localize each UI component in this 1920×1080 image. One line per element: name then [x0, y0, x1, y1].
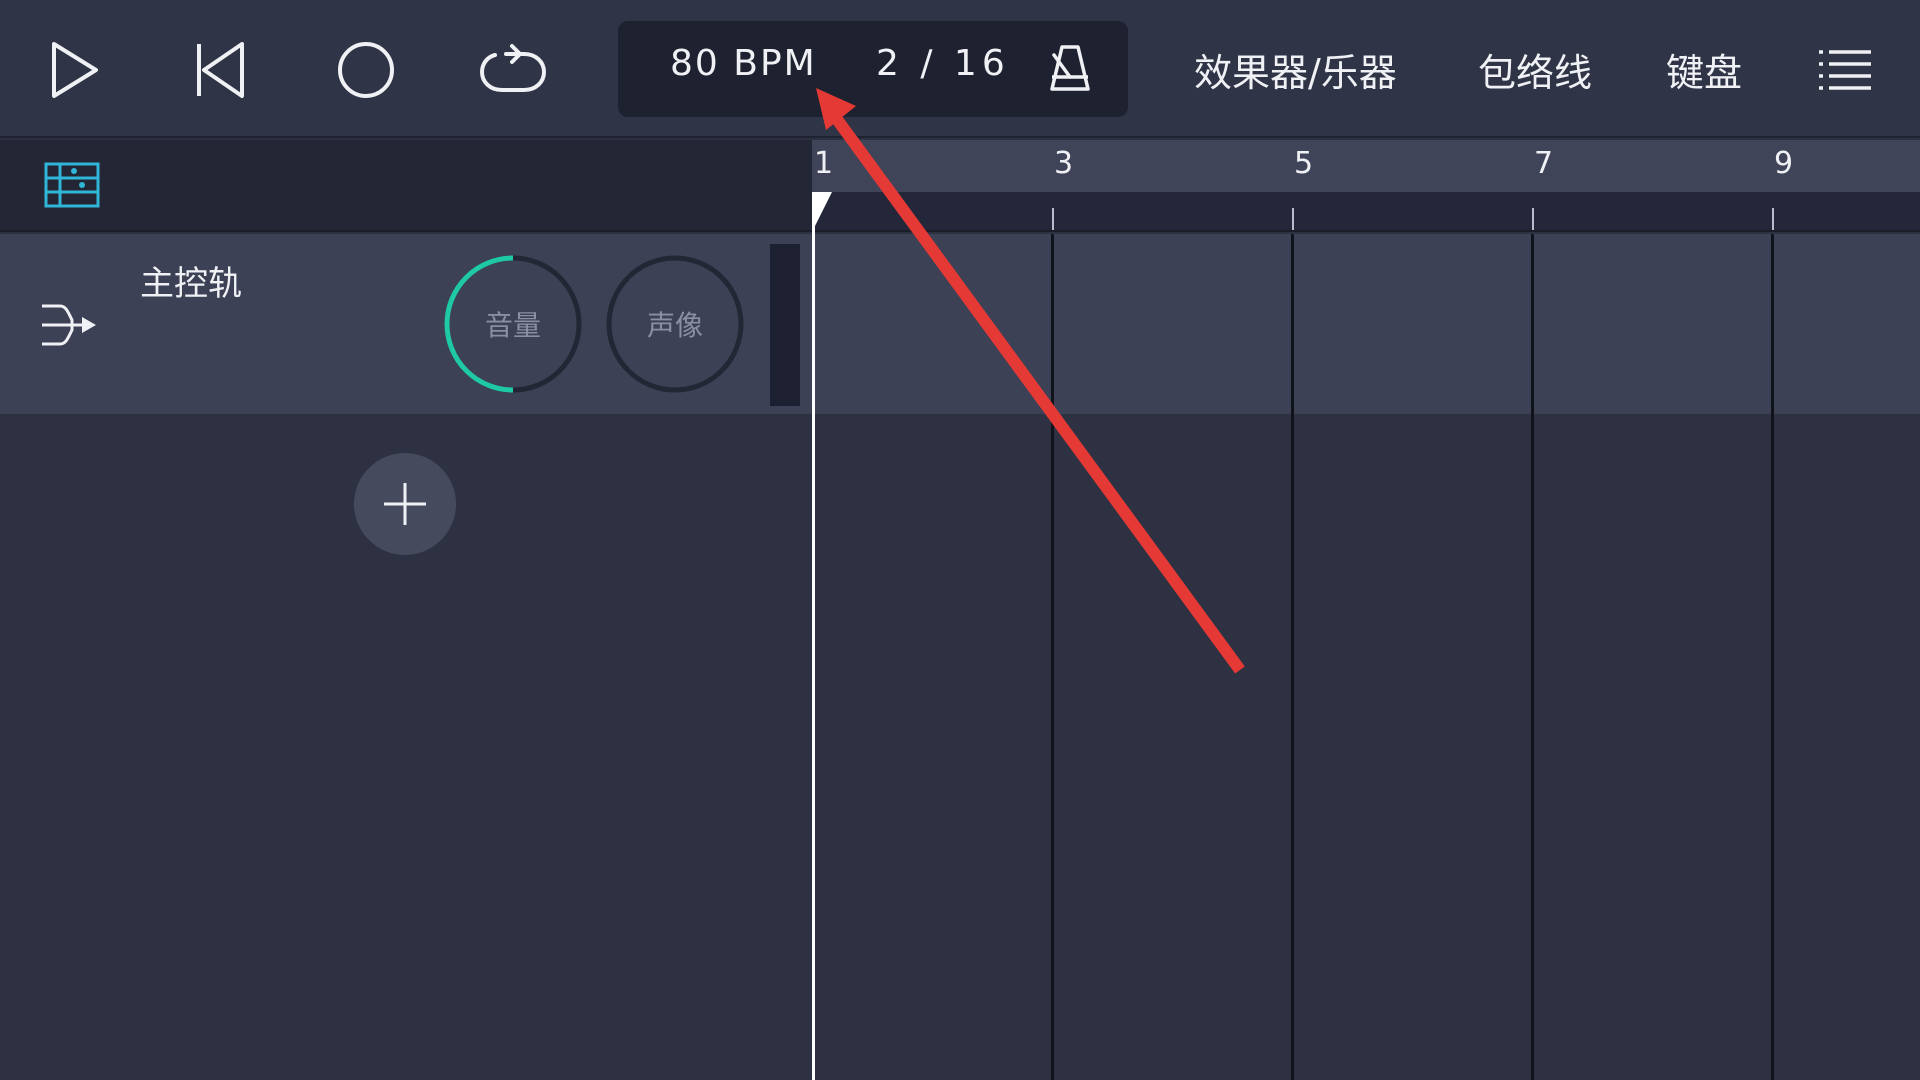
bar-number: 1: [814, 146, 834, 181]
metronome-icon: [1050, 45, 1090, 91]
master-track[interactable]: 主控轨 音量 声像: [0, 234, 812, 414]
bar-tick: [1052, 208, 1054, 230]
record-button[interactable]: [322, 30, 410, 110]
pan-label: 声像: [646, 309, 703, 342]
envelope-button[interactable]: 包络线: [1478, 42, 1592, 97]
record-icon: [338, 42, 394, 98]
time-signature-button[interactable]: 2 / 16: [876, 43, 1010, 84]
mixer-button[interactable]: [44, 162, 100, 208]
play-icon: [52, 42, 98, 98]
pan-knob[interactable]: 声像: [605, 254, 745, 394]
empty-track-area[interactable]: [812, 420, 1920, 1080]
menu-button[interactable]: [1800, 30, 1890, 110]
track-list-header: [0, 140, 812, 232]
mixer-icon: [44, 162, 100, 208]
bar-number: 7: [1534, 146, 1554, 181]
timeline-ruler[interactable]: 1 3 5 7 9: [812, 140, 1920, 192]
playhead-handle-icon[interactable]: [812, 192, 842, 230]
playhead[interactable]: [812, 192, 815, 1080]
bar-grid-line: [1291, 234, 1294, 1080]
keyboard-button[interactable]: 键盘: [1666, 42, 1742, 97]
track-name: 主控轨: [140, 264, 242, 304]
bar-tick: [1532, 208, 1534, 230]
level-meter: [770, 244, 800, 406]
skip-to-start-icon: [197, 42, 244, 98]
routing-arrow-icon: [42, 304, 96, 346]
bar-grid-line: [1771, 234, 1774, 1080]
loop-button[interactable]: [470, 30, 558, 110]
bar-number: 5: [1294, 146, 1314, 181]
plus-icon: [384, 483, 426, 525]
skip-to-start-button[interactable]: [176, 30, 264, 110]
metronome-button[interactable]: [1042, 41, 1098, 97]
volume-knob[interactable]: 音量: [443, 254, 583, 394]
loop-icon: [479, 44, 547, 92]
volume-label: 音量: [484, 309, 541, 342]
bar-tick: [1292, 208, 1294, 230]
play-button[interactable]: [30, 30, 118, 110]
fx-instruments-button[interactable]: 效果器/乐器: [1194, 42, 1397, 97]
tempo-button[interactable]: 80 BPM: [670, 43, 817, 84]
top-toolbar: 80 BPM 2 / 16 效果器/乐器 包络线 键盘: [0, 0, 1920, 138]
bar-grid-line: [1531, 234, 1534, 1080]
bar-number: 9: [1774, 146, 1794, 181]
tempo-display: 80 BPM 2 / 16: [618, 21, 1128, 117]
bar-grid-line: [1051, 234, 1054, 1080]
routing-button[interactable]: [38, 300, 98, 350]
master-track-lane[interactable]: [812, 234, 1920, 414]
hamburger-menu-icon: [1819, 50, 1871, 90]
bar-tick: [1772, 208, 1774, 230]
bar-number: 3: [1054, 146, 1074, 181]
timeline-ruler-ticks[interactable]: [812, 192, 1920, 232]
add-track-button[interactable]: [354, 453, 456, 555]
